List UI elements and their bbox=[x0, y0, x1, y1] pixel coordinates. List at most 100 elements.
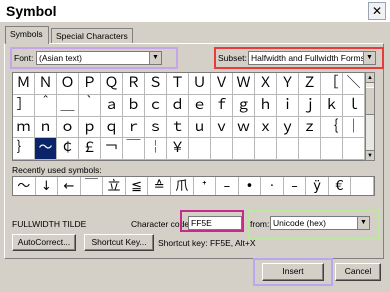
symbol-cell[interactable]: ］ bbox=[13, 94, 35, 117]
chevron-down-icon[interactable]: ▼ bbox=[357, 217, 369, 229]
symbol-cell[interactable]: ｈ bbox=[255, 94, 277, 117]
symbol-cell[interactable]: ｚ bbox=[299, 116, 321, 139]
symbol-cell[interactable]: Ｒ bbox=[123, 73, 145, 95]
recent-symbol-cell[interactable]: 立 bbox=[103, 177, 126, 195]
recent-symbol-cell[interactable] bbox=[351, 177, 374, 195]
symbol-cell[interactable]: ｍ bbox=[13, 116, 35, 139]
recent-symbol-cell[interactable]: – bbox=[216, 177, 239, 195]
symbol-cell[interactable]: ｇ bbox=[233, 94, 255, 117]
symbol-cell[interactable]: ｏ bbox=[57, 116, 79, 139]
symbol-cell[interactable]: Ｗ bbox=[233, 73, 255, 95]
symbol-cell[interactable]: ｓ bbox=[145, 116, 167, 139]
autocorrect-button[interactable]: AutoCorrect... bbox=[12, 234, 76, 251]
symbol-cell[interactable]: ｅ bbox=[189, 94, 211, 117]
recent-symbol-cell[interactable]: ≙ bbox=[148, 177, 171, 195]
symbol-cell[interactable]: ～ bbox=[35, 138, 57, 160]
recent-symbol-cell[interactable]: • bbox=[239, 177, 262, 195]
symbol-cell[interactable]: ｆ bbox=[211, 94, 233, 117]
symbol-cell[interactable]: Ｎ bbox=[35, 73, 57, 95]
recent-symbol-cell[interactable]: ← bbox=[58, 177, 81, 195]
symbol-cell[interactable]: ｑ bbox=[101, 116, 123, 139]
character-code-input[interactable]: FF5E bbox=[188, 216, 242, 230]
symbol-cell[interactable]: Ｐ bbox=[79, 73, 101, 95]
symbol-cell[interactable] bbox=[211, 138, 233, 160]
symbol-cell[interactable]: ｎ bbox=[35, 116, 57, 139]
recent-symbol-cell[interactable]: – bbox=[284, 177, 307, 195]
symbol-cell[interactable] bbox=[233, 138, 255, 160]
symbol-cell[interactable]: Ｔ bbox=[167, 73, 189, 95]
chevron-down-icon[interactable]: ▼ bbox=[149, 52, 161, 64]
recent-symbol-cell[interactable]: ↓ bbox=[36, 177, 59, 195]
cancel-button[interactable]: Cancel bbox=[335, 263, 381, 281]
recent-symbol-cell[interactable]: ᐩ bbox=[194, 177, 217, 195]
from-select[interactable]: Unicode (hex) ▼ bbox=[270, 216, 370, 230]
symbol-cell[interactable]: ｀ bbox=[79, 94, 101, 117]
symbol-cell[interactable]: ｘ bbox=[255, 116, 277, 139]
recent-symbol-cell[interactable]: ～ bbox=[13, 177, 36, 195]
symbol-cell[interactable]: ￢ bbox=[101, 138, 123, 160]
symbol-cell[interactable]: ａ bbox=[101, 94, 123, 117]
symbol-cell[interactable]: ｛ bbox=[321, 116, 343, 139]
symbol-cell[interactable]: ｒ bbox=[123, 116, 145, 139]
symbol-cell[interactable] bbox=[189, 138, 211, 160]
symbol-cell[interactable]: Ｓ bbox=[145, 73, 167, 95]
symbol-grid[interactable]: Ｍ Ｎ Ｏ Ｐ Ｑ Ｒ Ｓ Ｔ Ｕ Ｖ Ｗ Ｘ Ｙ Ｚ ［ ＼ ］ ＾ ＿ ｀ ａ ｂ ｃ ｄ ｅ ｆ ｇ ｈ ｉ ｊ ｋ ｌ ｍ ｎ ｏ ｐ ｑ ｒ ｓ ｔ… bbox=[12, 72, 366, 161]
symbol-cell[interactable]: Ｕ bbox=[189, 73, 211, 95]
symbol-cell[interactable]: ｖ bbox=[211, 116, 233, 139]
font-select[interactable]: (Asian text) ▼ bbox=[36, 51, 162, 65]
symbol-grid-scrollbar[interactable]: ▲ ▼ bbox=[365, 72, 375, 161]
symbol-cell[interactable]: ｕ bbox=[189, 116, 211, 139]
symbol-cell[interactable]: ｃ bbox=[145, 94, 167, 117]
recent-symbol-cell[interactable]: ÿ bbox=[306, 177, 329, 195]
scroll-down-icon[interactable]: ▼ bbox=[366, 150, 374, 160]
symbol-cell[interactable]: ｋ bbox=[321, 94, 343, 117]
symbol-cell[interactable]: ｝ bbox=[13, 138, 35, 160]
recent-symbols[interactable]: ～ ↓ ← ￣ 立 ≦ ≙ 爪 ᐩ – • · – ÿ € bbox=[12, 176, 375, 196]
scroll-thumb[interactable] bbox=[366, 87, 374, 115]
recent-symbol-cell[interactable]: ≦ bbox=[126, 177, 149, 195]
symbol-cell[interactable]: ｙ bbox=[277, 116, 299, 139]
symbol-cell[interactable]: ＼ bbox=[343, 73, 365, 95]
symbol-cell[interactable] bbox=[277, 138, 299, 160]
symbol-cell[interactable]: ＿ bbox=[57, 94, 79, 117]
symbol-cell[interactable]: ｌ bbox=[343, 94, 365, 117]
recent-symbol-cell[interactable]: € bbox=[329, 177, 352, 195]
symbol-cell[interactable] bbox=[321, 138, 343, 160]
symbol-cell[interactable]: Ｚ bbox=[299, 73, 321, 95]
recent-symbol-cell[interactable]: ￣ bbox=[81, 177, 104, 195]
symbol-cell[interactable]: ｔ bbox=[167, 116, 189, 139]
symbol-cell[interactable]: Ｙ bbox=[277, 73, 299, 95]
tab-special-characters[interactable]: Special Characters bbox=[51, 28, 133, 43]
close-icon[interactable]: ✕ bbox=[368, 2, 386, 20]
tab-symbols[interactable]: Symbols bbox=[5, 26, 49, 44]
symbol-cell[interactable]: Ｍ bbox=[13, 73, 35, 95]
insert-button[interactable]: Insert bbox=[262, 263, 324, 281]
scroll-up-icon[interactable]: ▲ bbox=[366, 73, 374, 83]
recent-symbol-cell[interactable]: 爪 bbox=[171, 177, 194, 195]
symbol-cell[interactable]: ｂ bbox=[123, 94, 145, 117]
symbol-cell[interactable]: ｗ bbox=[233, 116, 255, 139]
shortcut-key-button[interactable]: Shortcut Key... bbox=[84, 234, 154, 251]
recent-symbol-cell[interactable]: · bbox=[261, 177, 284, 195]
symbol-cell[interactable]: ￥ bbox=[167, 138, 189, 160]
symbol-cell[interactable]: ｜ bbox=[343, 116, 365, 139]
symbol-cell[interactable]: ＾ bbox=[35, 94, 57, 117]
symbol-cell[interactable]: ￤ bbox=[145, 138, 167, 160]
symbol-cell[interactable] bbox=[255, 138, 277, 160]
symbol-cell[interactable]: Ｖ bbox=[211, 73, 233, 95]
subset-select[interactable]: Halfwidth and Fullwidth Forms ▼ bbox=[248, 51, 376, 65]
symbol-cell[interactable]: ｊ bbox=[299, 94, 321, 117]
symbol-cell[interactable]: ￡ bbox=[79, 138, 101, 160]
symbol-cell[interactable]: ｐ bbox=[79, 116, 101, 139]
chevron-down-icon[interactable]: ▼ bbox=[363, 52, 375, 64]
symbol-cell[interactable]: Ｏ bbox=[57, 73, 79, 95]
symbol-cell[interactable]: Ｘ bbox=[255, 73, 277, 95]
symbol-cell[interactable]: ￣ bbox=[123, 138, 145, 160]
symbol-cell[interactable] bbox=[299, 138, 321, 160]
symbol-cell[interactable]: ｉ bbox=[277, 94, 299, 117]
symbol-cell[interactable]: ￠ bbox=[57, 138, 79, 160]
symbol-cell[interactable]: Ｑ bbox=[101, 73, 123, 95]
symbol-cell[interactable]: ［ bbox=[321, 73, 343, 95]
symbol-cell[interactable] bbox=[343, 138, 365, 160]
symbol-cell[interactable]: ｄ bbox=[167, 94, 189, 117]
